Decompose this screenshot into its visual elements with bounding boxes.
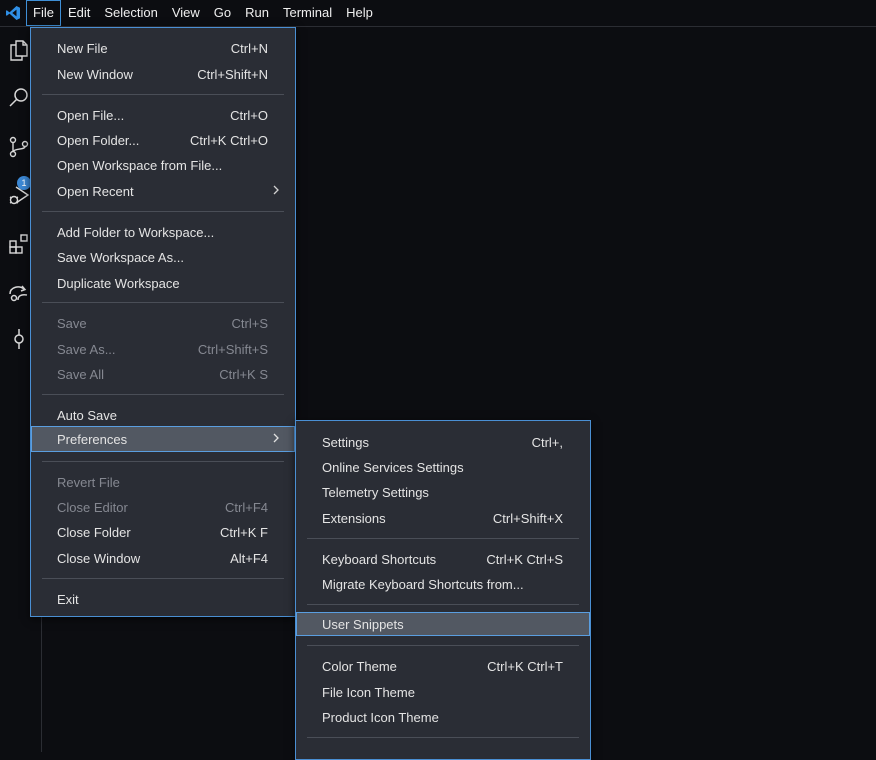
menu-item-save[interactable]: Save Ctrl+S: [31, 311, 295, 335]
menu-item-new-window[interactable]: New Window Ctrl+Shift+N: [31, 62, 295, 86]
menu-item-add-folder[interactable]: Add Folder to Workspace...: [31, 220, 295, 244]
menu-item-extensions[interactable]: Extensions Ctrl+Shift+X: [296, 506, 590, 530]
menu-separator: [42, 94, 284, 95]
menu-separator: [42, 211, 284, 212]
run-debug-icon[interactable]: [5, 181, 33, 209]
timeline-icon[interactable]: [5, 325, 33, 353]
search-icon[interactable]: [5, 84, 33, 112]
chevron-right-icon: [273, 433, 279, 443]
menu-selection[interactable]: Selection: [97, 0, 164, 26]
menu-item-open-recent[interactable]: Open Recent: [31, 179, 295, 203]
menu-item-user-snippets[interactable]: User Snippets: [296, 612, 590, 636]
menu-terminal[interactable]: Terminal: [276, 0, 339, 26]
menu-separator: [42, 302, 284, 303]
menu-separator: [42, 394, 284, 395]
menu-run[interactable]: Run: [238, 0, 276, 26]
menu-item-revert-file[interactable]: Revert File: [31, 470, 295, 494]
title-bar: File Edit Selection View Go Run Terminal…: [0, 0, 876, 27]
vscode-logo-icon: [0, 0, 26, 26]
menu-item-new-file[interactable]: New File Ctrl+N: [31, 36, 295, 60]
menu-item-duplicate-workspace[interactable]: Duplicate Workspace: [31, 271, 295, 295]
menu-item-exit[interactable]: Exit: [31, 587, 295, 611]
menu-item-close-folder[interactable]: Close Folder Ctrl+K F: [31, 520, 295, 544]
menu-item-color-theme[interactable]: Color Theme Ctrl+K Ctrl+T: [296, 654, 590, 678]
menu-item-open-file[interactable]: Open File... Ctrl+O: [31, 103, 295, 127]
menu-item-save-workspace-as[interactable]: Save Workspace As...: [31, 245, 295, 269]
menu-bar: File Edit Selection View Go Run Terminal…: [26, 0, 380, 26]
menu-item-preferences[interactable]: Preferences: [31, 426, 295, 452]
menu-help[interactable]: Help: [339, 0, 380, 26]
menu-go[interactable]: Go: [207, 0, 238, 26]
menu-edit[interactable]: Edit: [61, 0, 97, 26]
menu-item-auto-save[interactable]: Auto Save: [31, 403, 295, 427]
menu-separator: [307, 538, 579, 539]
menu-item-open-workspace[interactable]: Open Workspace from File...: [31, 153, 295, 177]
file-menu: New File Ctrl+N New Window Ctrl+Shift+N …: [30, 27, 296, 617]
source-control-icon[interactable]: [5, 133, 33, 161]
extensions-icon[interactable]: [5, 230, 33, 258]
remote-icon[interactable]: [5, 278, 33, 306]
menu-item-migrate-keyboard-shortcuts[interactable]: Migrate Keyboard Shortcuts from...: [296, 572, 590, 596]
menu-separator: [42, 461, 284, 462]
menu-item-file-icon-theme[interactable]: File Icon Theme: [296, 680, 590, 704]
chevron-right-icon: [273, 185, 279, 195]
menu-item-settings[interactable]: Settings Ctrl+,: [296, 430, 590, 454]
menu-item-close-window[interactable]: Close Window Alt+F4: [31, 546, 295, 570]
menu-item-save-all[interactable]: Save All Ctrl+K S: [31, 362, 295, 386]
menu-file[interactable]: File: [26, 0, 61, 26]
menu-item-save-as[interactable]: Save As... Ctrl+Shift+S: [31, 337, 295, 361]
explorer-icon[interactable]: [5, 36, 33, 64]
menu-view[interactable]: View: [165, 0, 207, 26]
menu-separator: [42, 578, 284, 579]
menu-item-close-editor[interactable]: Close Editor Ctrl+F4: [31, 495, 295, 519]
menu-item-online-services-settings[interactable]: Online Services Settings: [296, 455, 590, 479]
menu-item-product-icon-theme[interactable]: Product Icon Theme: [296, 705, 590, 729]
menu-separator: [307, 737, 579, 738]
menu-item-keyboard-shortcuts[interactable]: Keyboard Shortcuts Ctrl+K Ctrl+S: [296, 547, 590, 571]
menu-separator: [307, 645, 579, 646]
menu-separator: [307, 604, 579, 605]
preferences-submenu: Settings Ctrl+, Online Services Settings…: [295, 420, 591, 760]
menu-item-telemetry-settings[interactable]: Telemetry Settings: [296, 480, 590, 504]
menu-item-open-folder[interactable]: Open Folder... Ctrl+K Ctrl+O: [31, 128, 295, 152]
